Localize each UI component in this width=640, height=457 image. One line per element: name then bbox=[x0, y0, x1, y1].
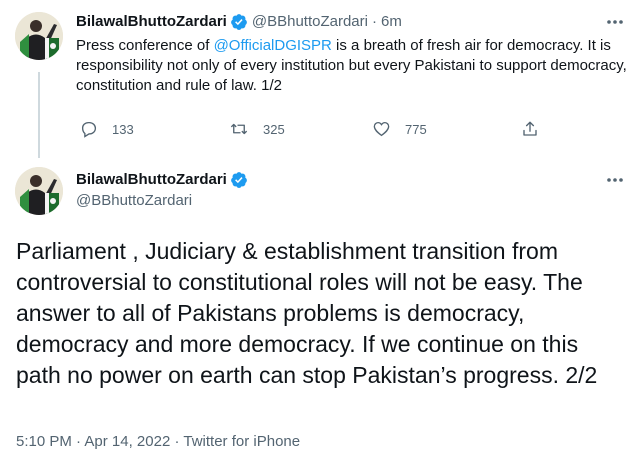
timestamp[interactable]: 5:10 PM bbox=[16, 433, 72, 450]
avatar[interactable] bbox=[15, 12, 63, 60]
tweet-text: Press conference of @OfficialDGISPR is a… bbox=[76, 36, 632, 96]
reply-button[interactable]: 133 bbox=[80, 120, 134, 138]
tweet-text-start: Press conference of bbox=[76, 37, 214, 54]
share-button[interactable] bbox=[521, 120, 553, 138]
tweet-thread: BilawalBhuttoZardari @BBhuttoZardari · 6… bbox=[0, 0, 640, 457]
tweet-header: BilawalBhuttoZardari bbox=[76, 170, 248, 190]
tweet-text: Parliament , Judiciary & establishment t… bbox=[16, 238, 598, 388]
share-icon bbox=[523, 121, 537, 136]
more-icon[interactable] bbox=[603, 14, 627, 30]
handle[interactable]: @BBhuttoZardari bbox=[252, 12, 368, 32]
tweet-header: BilawalBhuttoZardari @BBhuttoZardari · 6… bbox=[76, 12, 402, 32]
separator-dot: · bbox=[174, 433, 180, 450]
separator-dot: · bbox=[371, 13, 377, 30]
tweet-metadata: 5:10 PM · Apr 14, 2022 · Twitter for iPh… bbox=[16, 432, 300, 452]
reply-icon bbox=[81, 121, 97, 138]
tweet-source[interactable]: Twitter for iPhone bbox=[183, 433, 300, 450]
tweet-actions: 133 325 775 bbox=[76, 120, 556, 140]
reply-count: 133 bbox=[112, 121, 134, 137]
handle[interactable]: @BBhuttoZardari bbox=[76, 191, 192, 211]
more-icon[interactable] bbox=[603, 172, 627, 188]
verified-badge-icon bbox=[230, 13, 248, 31]
retweet-button[interactable]: 325 bbox=[229, 120, 285, 138]
retweet-count: 325 bbox=[263, 121, 285, 137]
thread-connector-line bbox=[38, 72, 40, 158]
like-count: 775 bbox=[405, 121, 427, 137]
heart-icon bbox=[373, 121, 390, 137]
verified-badge-icon bbox=[230, 171, 248, 189]
tweet-date[interactable]: Apr 14, 2022 bbox=[84, 433, 170, 450]
mention-link[interactable]: @OfficialDGISPR bbox=[214, 37, 332, 54]
display-name[interactable]: BilawalBhuttoZardari bbox=[76, 12, 227, 32]
display-name[interactable]: BilawalBhuttoZardari bbox=[76, 170, 227, 190]
timestamp[interactable]: 6m bbox=[381, 12, 402, 32]
retweet-icon bbox=[230, 123, 248, 135]
separator-dot: · bbox=[76, 433, 82, 450]
like-button[interactable]: 775 bbox=[372, 120, 427, 138]
avatar[interactable] bbox=[15, 167, 63, 215]
